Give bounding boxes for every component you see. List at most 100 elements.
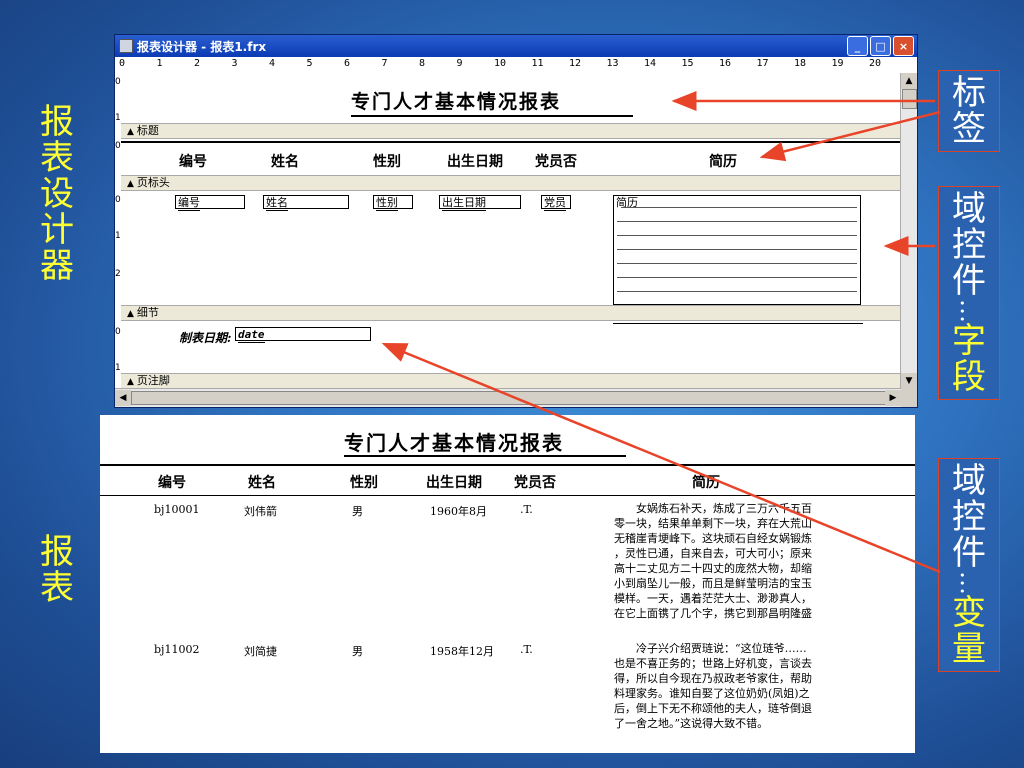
row1-bio-line: 模样。一天，遇着茫茫大士、渺渺真人， [614, 592, 812, 605]
row1-bio-line: 女娲炼石补天，炼成了三万六千五百 [636, 502, 812, 515]
designer-report-title-label[interactable]: 专门人才基本情况报表 [351, 87, 561, 114]
band-title-label: 标题 [136, 124, 159, 137]
callout-field-prefix: 域控件 [952, 189, 986, 301]
scroll-up-arrow-icon[interactable]: ▲ [901, 73, 917, 89]
report-side-label: 报表 [40, 532, 74, 608]
report-designer-window: 报表设计器 - 报表1.frx _ □ × 0 1 2 3 4 5 6 7 8 9 10 11 12 13… [114, 34, 918, 408]
vruler-tick: 0 [115, 141, 121, 151]
report-header-birth: 出生日期 [426, 475, 482, 491]
band-bar-title[interactable]: ▲ 标题 [121, 123, 901, 139]
callout-variable-suffix: 变量 [952, 593, 986, 669]
field-id[interactable]: 编号 [175, 195, 245, 211]
scroll-right-arrow-icon[interactable]: ▶ [885, 390, 901, 406]
close-button[interactable]: × [893, 36, 914, 56]
bio-line [617, 235, 857, 236]
callout-field-suffix: 字段 [952, 321, 986, 397]
vertical-scrollbar[interactable]: ▲ ▼ [900, 73, 917, 389]
callout-field-dots: … [955, 299, 983, 323]
designer-header-id[interactable]: 编号 [179, 151, 207, 171]
ruler-tick: 8 [419, 58, 426, 69]
ruler-tick: 1 [156, 58, 163, 69]
designer-header-birth[interactable]: 出生日期 [447, 151, 503, 171]
footer-top-line [613, 323, 863, 324]
field-birth-text: 出生日期 [442, 196, 486, 211]
report-header-bottom-line [100, 495, 915, 496]
band-bar-page-footer[interactable]: ▲ 页注脚 [121, 373, 901, 389]
row1-name: 刘伟箭 [244, 505, 277, 518]
field-id-text: 编号 [178, 196, 200, 211]
row2-name: 刘简捷 [244, 645, 277, 658]
vruler-tick: 0 [115, 77, 121, 87]
row2-id: bj11002 [154, 643, 200, 656]
footer-date-variable-text: date [238, 328, 265, 343]
row1-birth: 1960年8月 [430, 505, 487, 518]
callout-variable-prefix: 域控件 [952, 461, 986, 573]
band-page-header-label: 页标头 [136, 176, 170, 189]
row2-bio-line: 得，所以自今现在乃叔政老爷家住，帮助 [614, 672, 812, 685]
band-page-footer-label: 页注脚 [136, 374, 170, 387]
ruler-tick: 10 [494, 58, 507, 69]
bio-line [621, 207, 857, 208]
horizontal-ruler: 0 1 2 3 4 5 6 7 8 9 10 11 12 13 14 15 16 17 18 19 20 [115, 57, 917, 74]
ruler-tick: 20 [869, 58, 882, 69]
footer-date-variable[interactable]: date [235, 327, 371, 343]
ruler-tick: 12 [569, 58, 582, 69]
callout-label: 标签 [938, 70, 1000, 152]
designer-header-party[interactable]: 党员否 [535, 151, 577, 171]
ruler-tick: 18 [794, 58, 807, 69]
ruler-tick: 5 [306, 58, 313, 69]
maximize-button[interactable]: □ [870, 36, 891, 56]
design-canvas[interactable]: 专门人才基本情况报表 ▲ 标题 编号 姓名 性别 出生日期 党员否 简历 ▲ 页标头… [121, 73, 901, 389]
designer-header-bio[interactable]: 简历 [709, 151, 737, 171]
field-bio[interactable]: 简历 [613, 195, 861, 305]
vertical-scroll-thumb[interactable] [902, 89, 917, 109]
row2-bio-line: 后，倒上下无不称颂他的夫人，琏爷倒退 [614, 702, 812, 715]
scroll-down-arrow-icon[interactable]: ▼ [901, 373, 917, 389]
scroll-left-arrow-icon[interactable]: ◀ [115, 390, 131, 406]
field-name-text: 姓名 [266, 196, 288, 211]
ruler-tick: 13 [606, 58, 619, 69]
report-preview: 专门人才基本情况报表 编号 姓名 性别 出生日期 党员否 简历 bj10001 … [100, 415, 915, 753]
field-party-text: 党员 [544, 196, 566, 211]
bio-line [617, 249, 857, 250]
window-titlebar[interactable]: 报表设计器 - 报表1.frx _ □ × [115, 35, 917, 57]
field-birth[interactable]: 出生日期 [439, 195, 521, 211]
designer-side-label: 报表设计器 [40, 102, 74, 286]
designer-header-gender[interactable]: 性别 [373, 151, 401, 171]
callout-label-text: 标签 [952, 73, 986, 149]
vruler-tick: 2 [115, 269, 121, 279]
designer-header-name[interactable]: 姓名 [271, 151, 299, 171]
ruler-tick: 4 [269, 58, 276, 69]
band-bar-page-header[interactable]: ▲ 页标头 [121, 175, 901, 191]
row1-bio: 女娲炼石补天，炼成了三万六千五百 零一块，结果单单剩下一块，弃在大荒山 无稽崖青… [614, 501, 872, 621]
minimize-button[interactable]: _ [847, 36, 868, 56]
horizontal-scroll-thumb[interactable] [131, 391, 889, 405]
ruler-tick: 14 [644, 58, 657, 69]
report-title: 专门人才基本情况报表 [344, 431, 564, 455]
row2-bio-line: 料理家务。谁知自娶了这位奶奶(凤姐)之 [614, 687, 810, 700]
title-underline [351, 115, 633, 117]
vruler-tick: 0 [115, 195, 121, 205]
field-gender-text: 性别 [376, 196, 398, 211]
band-bar-detail[interactable]: ▲ 细节 [121, 305, 901, 321]
field-gender[interactable]: 性别 [373, 195, 413, 211]
vruler-tick: 1 [115, 113, 121, 123]
row2-gender: 男 [352, 645, 363, 658]
horizontal-scrollbar[interactable]: ◀ ▶ [115, 388, 901, 407]
row2-party: .T. [520, 643, 533, 656]
ruler-tick: 0 [119, 58, 126, 69]
report-designer-app-icon [119, 39, 133, 53]
field-name[interactable]: 姓名 [263, 195, 349, 211]
footer-date-label[interactable]: 制表日期: [179, 329, 231, 346]
row2-bio-line: 冷子兴介绍贾琏说：“这位琏爷…… [636, 642, 807, 655]
report-header-top-line [100, 464, 915, 466]
ruler-tick: 3 [231, 58, 238, 69]
window-title: 报表设计器 - 报表1.frx [137, 39, 267, 54]
field-party[interactable]: 党员 [541, 195, 571, 211]
ruler-tick: 19 [831, 58, 844, 69]
vruler-tick: 1 [115, 231, 121, 241]
ruler-tick: 7 [381, 58, 388, 69]
band-detail-label: 细节 [136, 306, 159, 319]
ruler-tick: 11 [531, 58, 544, 69]
bio-line [617, 221, 857, 222]
